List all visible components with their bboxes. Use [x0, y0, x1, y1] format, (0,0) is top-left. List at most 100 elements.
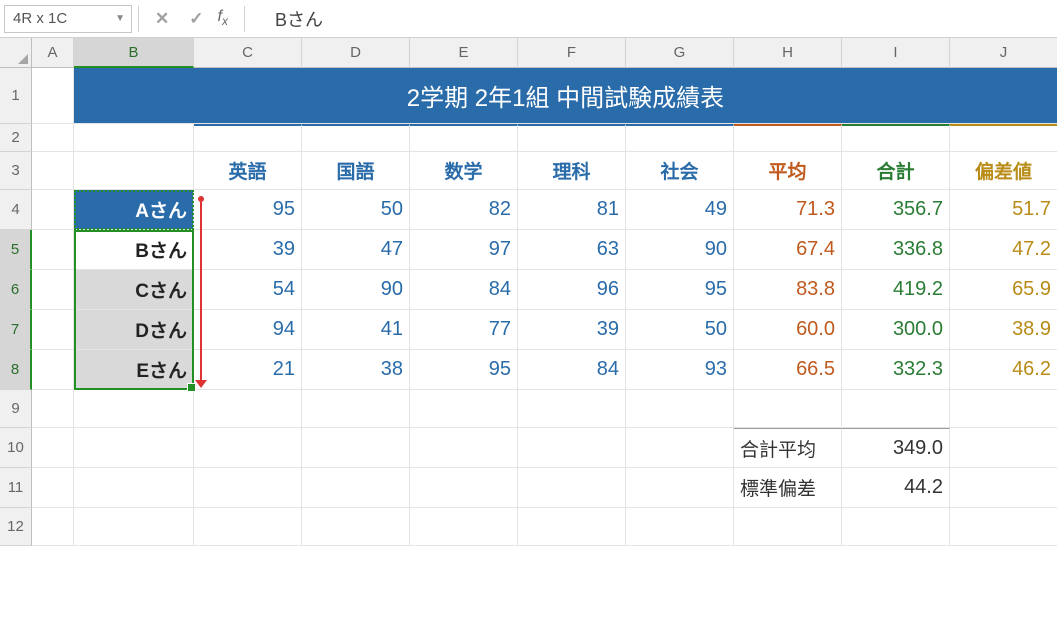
cell[interactable]	[302, 390, 410, 428]
cell[interactable]	[302, 428, 410, 468]
cell[interactable]	[410, 468, 518, 508]
col-head[interactable]: B	[74, 38, 194, 68]
select-all-corner[interactable]	[0, 38, 32, 68]
cell[interactable]	[74, 428, 194, 468]
summary-value[interactable]: 349.0	[842, 428, 950, 468]
cell[interactable]	[842, 390, 950, 428]
row-head[interactable]: 6	[0, 270, 32, 310]
cell[interactable]	[194, 124, 302, 152]
cell[interactable]	[302, 508, 410, 546]
score[interactable]: 95	[626, 270, 734, 310]
col-head[interactable]: G	[626, 38, 734, 68]
sum[interactable]: 300.0	[842, 310, 950, 350]
cell[interactable]	[950, 428, 1057, 468]
cell[interactable]	[410, 428, 518, 468]
score[interactable]: 93	[626, 350, 734, 390]
score[interactable]: 39	[194, 230, 302, 270]
col-head[interactable]: E	[410, 38, 518, 68]
score[interactable]: 41	[302, 310, 410, 350]
cell[interactable]	[32, 428, 74, 468]
col-head[interactable]: D	[302, 38, 410, 68]
cell[interactable]	[410, 390, 518, 428]
cell[interactable]	[410, 124, 518, 152]
avg[interactable]: 67.4	[734, 230, 842, 270]
row-head[interactable]: 5	[0, 230, 32, 270]
cell[interactable]	[734, 390, 842, 428]
cell[interactable]	[32, 390, 74, 428]
cell[interactable]	[32, 190, 74, 230]
student-name[interactable]: Dさん	[74, 310, 194, 350]
cell[interactable]	[626, 124, 734, 152]
cell[interactable]	[518, 124, 626, 152]
score[interactable]: 21	[194, 350, 302, 390]
cell[interactable]	[74, 468, 194, 508]
cell[interactable]	[74, 152, 194, 190]
score[interactable]: 63	[518, 230, 626, 270]
cell[interactable]	[950, 124, 1057, 152]
header-subject[interactable]: 国語	[302, 152, 410, 190]
cancel-icon[interactable]: ✕	[145, 9, 179, 29]
header-subject[interactable]: 数学	[410, 152, 518, 190]
dev[interactable]: 38.9	[950, 310, 1057, 350]
cell[interactable]	[950, 390, 1057, 428]
row-head[interactable]: 4	[0, 190, 32, 230]
cell[interactable]	[626, 468, 734, 508]
header-avg[interactable]: 平均	[734, 152, 842, 190]
dev[interactable]: 46.2	[950, 350, 1057, 390]
score[interactable]: 97	[410, 230, 518, 270]
col-head[interactable]: H	[734, 38, 842, 68]
cell[interactable]	[518, 508, 626, 546]
score[interactable]: 84	[410, 270, 518, 310]
row-head[interactable]: 9	[0, 390, 32, 428]
confirm-icon[interactable]: ✓	[179, 9, 213, 29]
cell[interactable]	[410, 508, 518, 546]
formula-input[interactable]: Bさん	[251, 6, 1053, 32]
cell[interactable]	[32, 230, 74, 270]
fx-icon[interactable]: fx	[214, 8, 238, 28]
col-head[interactable]: J	[950, 38, 1057, 68]
score[interactable]: 84	[518, 350, 626, 390]
row-head[interactable]: 12	[0, 508, 32, 546]
header-subject[interactable]: 社会	[626, 152, 734, 190]
col-head[interactable]: C	[194, 38, 302, 68]
score[interactable]: 95	[410, 350, 518, 390]
score[interactable]: 81	[518, 190, 626, 230]
score[interactable]: 38	[302, 350, 410, 390]
dev[interactable]: 47.2	[950, 230, 1057, 270]
row-head[interactable]: 10	[0, 428, 32, 468]
cell[interactable]	[518, 390, 626, 428]
score[interactable]: 96	[518, 270, 626, 310]
score[interactable]: 47	[302, 230, 410, 270]
cell[interactable]	[32, 468, 74, 508]
header-subject[interactable]: 理科	[518, 152, 626, 190]
student-name[interactable]: Eさん	[74, 350, 194, 390]
dev[interactable]: 65.9	[950, 270, 1057, 310]
sum[interactable]: 419.2	[842, 270, 950, 310]
student-name[interactable]: Cさん	[74, 270, 194, 310]
cell[interactable]	[74, 508, 194, 546]
summary-label[interactable]: 合計平均	[734, 428, 842, 468]
sheet-title[interactable]: 2学期 2年1組 中間試験成績表	[74, 68, 1057, 124]
cell[interactable]	[842, 124, 950, 152]
score[interactable]: 50	[302, 190, 410, 230]
name-box[interactable]: 4R x 1C ▼	[4, 5, 132, 33]
student-name[interactable]: Aさん	[74, 190, 194, 230]
header-dev[interactable]: 偏差値	[950, 152, 1057, 190]
row-head[interactable]: 2	[0, 124, 32, 152]
cell[interactable]	[842, 508, 950, 546]
row-head[interactable]: 1	[0, 68, 32, 124]
cell[interactable]	[32, 508, 74, 546]
cell[interactable]	[734, 508, 842, 546]
score[interactable]: 90	[302, 270, 410, 310]
score[interactable]: 82	[410, 190, 518, 230]
row-head[interactable]: 3	[0, 152, 32, 190]
score[interactable]: 54	[194, 270, 302, 310]
cell[interactable]	[194, 468, 302, 508]
cell[interactable]	[74, 390, 194, 428]
cell[interactable]	[32, 124, 74, 152]
cell[interactable]	[950, 468, 1057, 508]
row-head[interactable]: 11	[0, 468, 32, 508]
cell[interactable]	[74, 124, 194, 152]
cell[interactable]	[32, 68, 74, 124]
row-head[interactable]: 8	[0, 350, 32, 390]
